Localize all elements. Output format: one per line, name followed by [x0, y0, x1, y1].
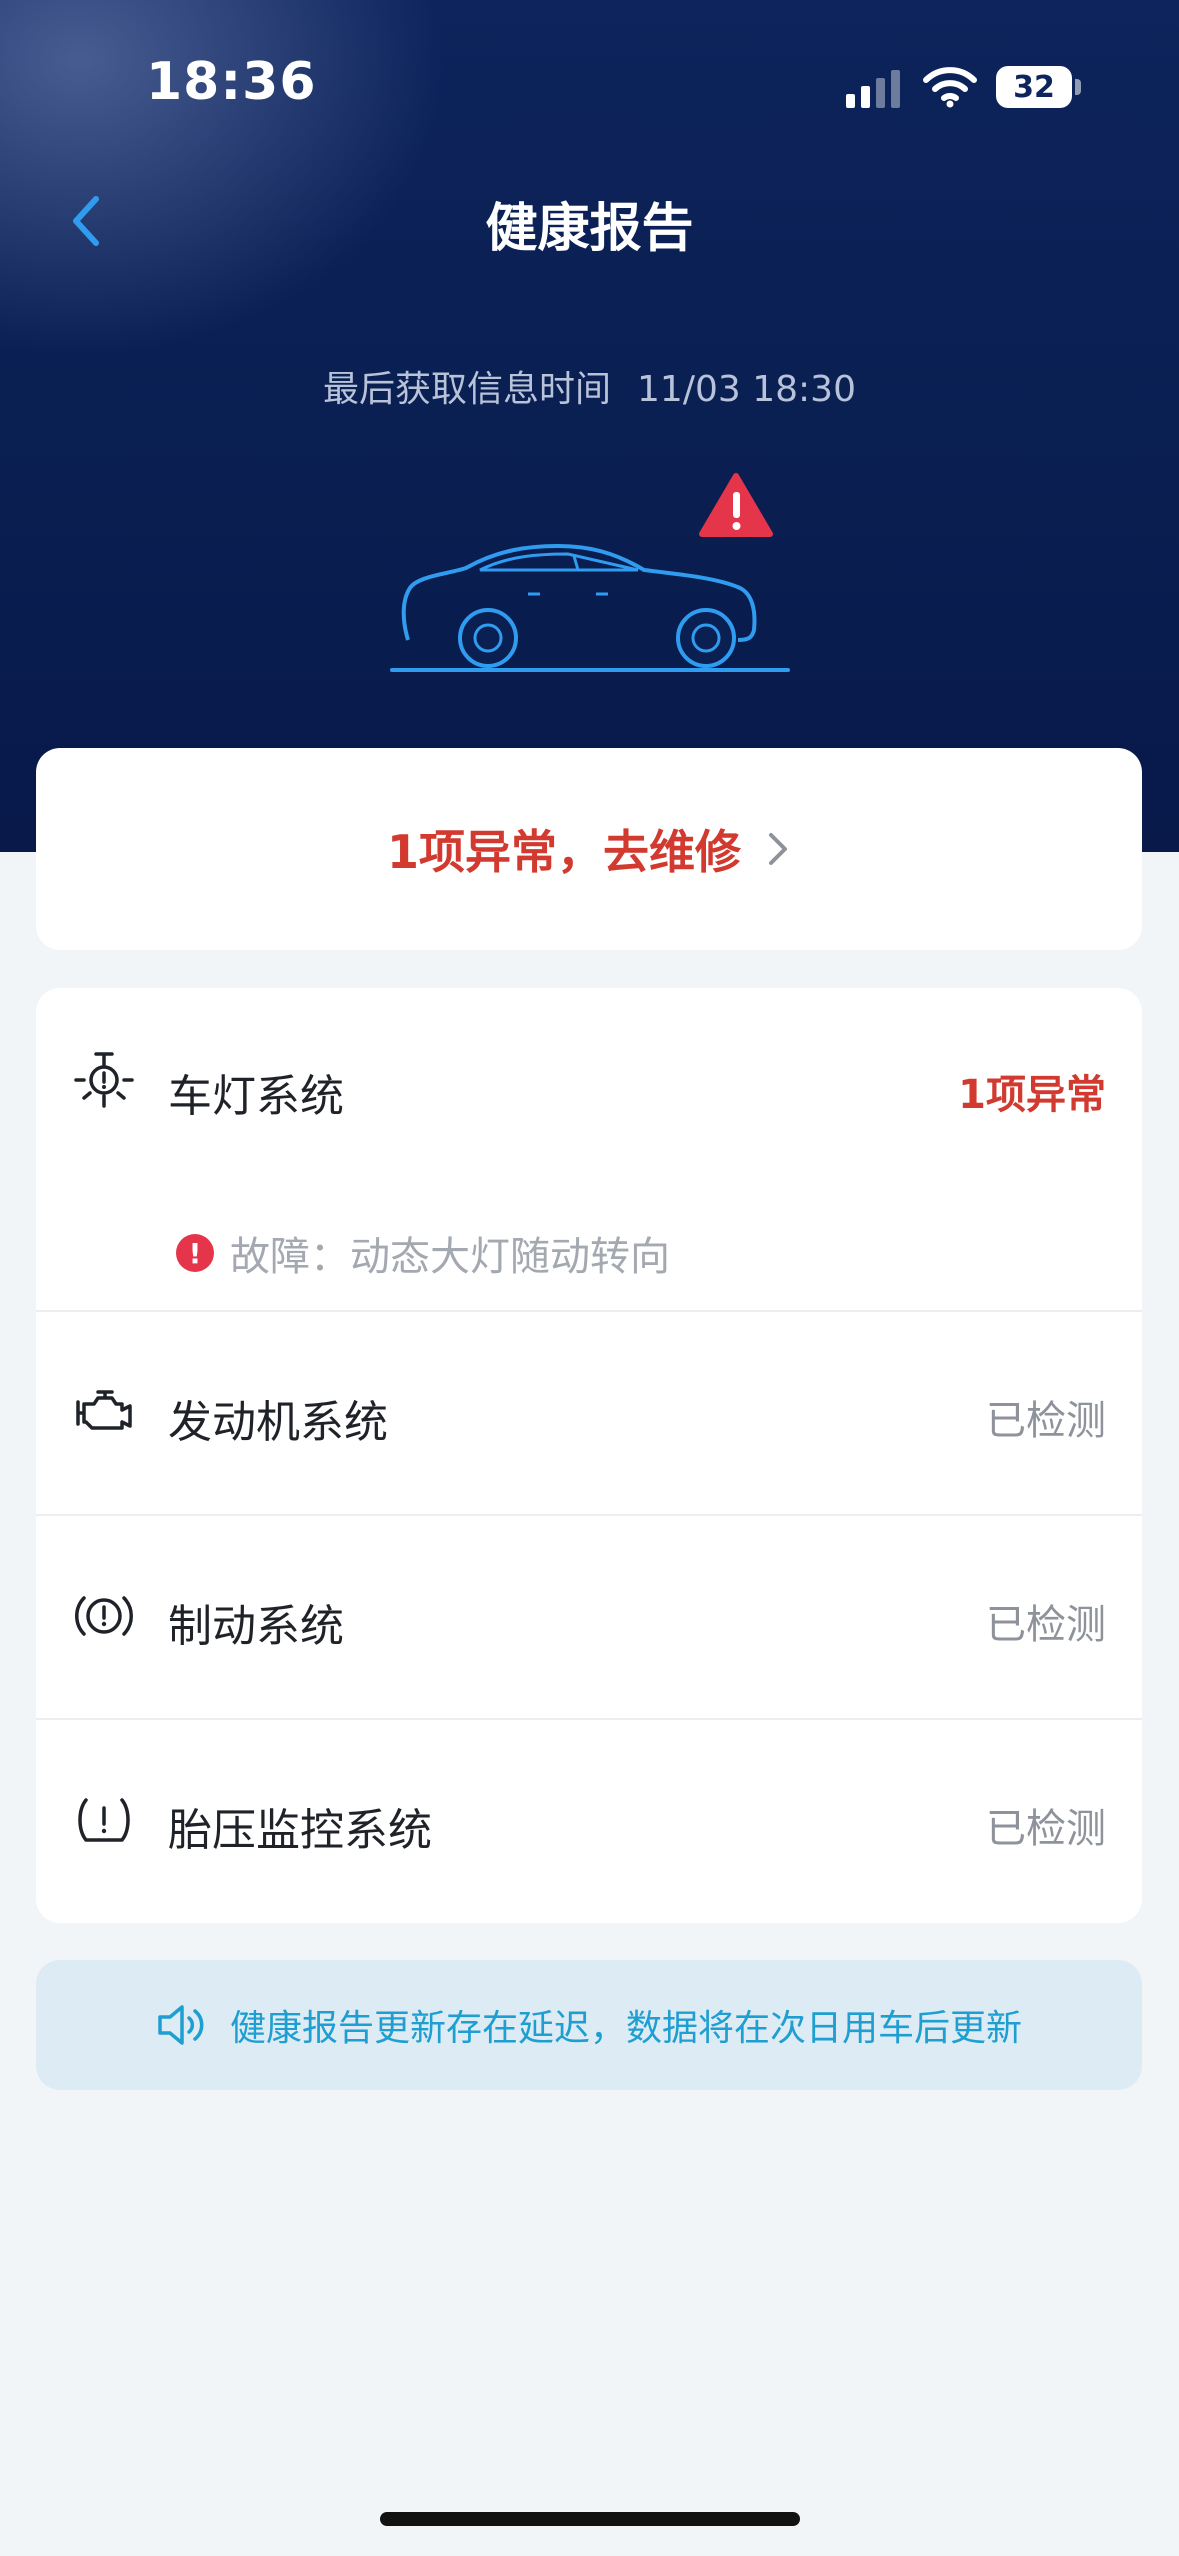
system-status: 已检测	[986, 1806, 1106, 1852]
system-name: 车灯系统	[168, 1071, 344, 1122]
status-time: 18:36	[146, 52, 317, 112]
chevron-right-icon	[769, 833, 787, 865]
system-row-lights[interactable]: 车灯系统 1项异常 ! 故障：动态大灯随动转向	[36, 988, 1142, 1308]
battery-tip	[1075, 79, 1081, 95]
repair-link-text: 1项异常，去维修	[386, 825, 741, 879]
system-status: 1项异常	[958, 1072, 1106, 1118]
wifi-icon	[923, 67, 977, 108]
error-icon: !	[176, 1234, 214, 1272]
system-row-tire-pressure[interactable]: 胎压监控系统 已检测	[36, 1720, 1142, 1923]
battery-level: 32	[996, 66, 1072, 108]
repair-card[interactable]: 1项异常，去维修	[36, 748, 1142, 950]
speaker-icon	[158, 2005, 204, 2045]
repair-link[interactable]: 1项异常，去维修	[387, 816, 791, 882]
car-illustration	[390, 473, 790, 672]
engine-icon	[76, 1390, 132, 1430]
system-name: 发动机系统	[168, 1397, 388, 1448]
update-notice: 健康报告更新存在延迟，数据将在次日用车后更新	[36, 1960, 1142, 2090]
last-fetch-info: 最后获取信息时间 11/03 18:30	[0, 360, 1179, 412]
system-status: 已检测	[986, 1398, 1106, 1444]
system-name: 胎压监控系统	[168, 1805, 432, 1856]
warning-triangle-icon	[699, 473, 773, 537]
system-row-engine[interactable]: 发动机系统 已检测	[36, 1312, 1142, 1514]
chevron-left-icon	[73, 196, 99, 246]
system-status: 已检测	[986, 1602, 1106, 1648]
notice-text: 健康报告更新存在延迟，数据将在次日用车后更新	[229, 2008, 1022, 2049]
headlight-icon	[74, 1052, 134, 1108]
last-fetch-label: 最后获取信息时间	[323, 369, 612, 410]
cellular-signal-icon	[846, 70, 900, 108]
last-fetch-time: 11/03 18:30	[637, 369, 856, 410]
fault-text: 故障：动态大灯随动转向	[230, 1234, 670, 1280]
brake-icon	[75, 1596, 133, 1636]
systems-list: 车灯系统 1项异常 ! 故障：动态大灯随动转向 发动机系统 已检测 制动系统 已…	[36, 988, 1142, 1923]
header-background: 18:36 32 健康报告 最后获取信息时间 11/03 18:30	[0, 0, 1179, 852]
system-row-brake[interactable]: 制动系统 已检测	[36, 1516, 1142, 1718]
home-indicator[interactable]	[380, 2512, 800, 2526]
back-button[interactable]	[56, 186, 116, 256]
page-title: 健康报告	[485, 199, 694, 259]
tire-pressure-icon	[78, 1798, 130, 1842]
fault-detail: ! 故障：动态大灯随动转向	[176, 1224, 670, 1282]
battery-indicator: 32	[996, 66, 1082, 108]
system-name: 制动系统	[168, 1601, 344, 1652]
